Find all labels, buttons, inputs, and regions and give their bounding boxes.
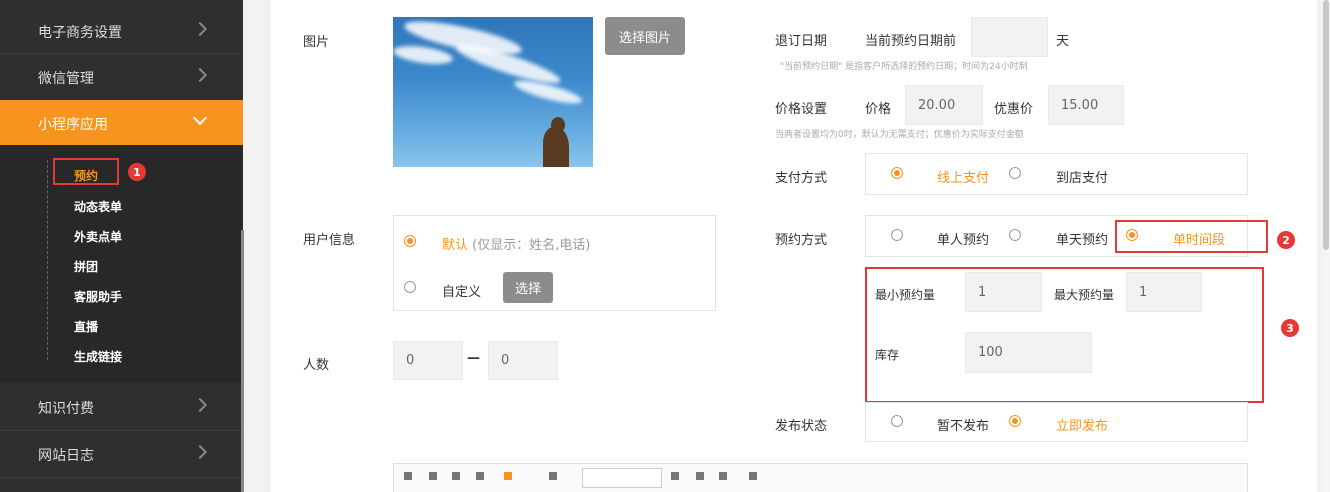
publish-status-label: 发布状态 <box>775 419 828 434</box>
sub-item-group-buy[interactable]: 拼团 <box>74 258 98 275</box>
user-info-custom-radio[interactable] <box>404 281 416 293</box>
publish-now-radio[interactable] <box>1009 415 1021 427</box>
italic-icon[interactable] <box>429 472 437 480</box>
discount-input[interactable]: 15.00 <box>1048 85 1124 125</box>
nav-item-label: 电子商务设置 <box>38 25 122 41</box>
image-label: 图片 <box>303 35 330 50</box>
cancel-date-prefix: 当前预约日期前 <box>865 34 957 49</box>
highlight-icon[interactable] <box>504 472 512 480</box>
publish-no-radio[interactable] <box>891 415 903 427</box>
cancel-days-input[interactable] <box>971 17 1048 57</box>
payment-store-radio[interactable] <box>1009 167 1021 179</box>
annotation-badge-1: 1 <box>128 163 146 181</box>
price-input[interactable]: 20.00 <box>905 85 983 125</box>
booking-single-option[interactable]: 单人预约 <box>937 229 989 248</box>
nav-item-label: 知识付费 <box>38 401 94 417</box>
nav-item-knowledge-payment[interactable]: 知识付费 <box>0 384 243 430</box>
align-left-icon[interactable] <box>671 472 679 480</box>
nav-item-label: 网站日志 <box>38 448 94 464</box>
user-info-default-option[interactable]: 默认 (仅显示：姓名,电话) <box>442 234 590 253</box>
payment-label: 支付方式 <box>775 171 828 186</box>
people-label: 人数 <box>303 358 330 373</box>
publish-now-option[interactable]: 立即发布 <box>1056 415 1108 434</box>
range-separator: — <box>467 351 480 366</box>
user-info-custom-option[interactable]: 自定义 <box>442 281 481 300</box>
booking-day-radio[interactable] <box>1009 229 1021 241</box>
font-size-icon[interactable] <box>549 472 557 480</box>
nav-item-site-log[interactable]: 网站日志 <box>0 431 243 477</box>
font-select[interactable] <box>582 468 662 488</box>
nav-item-label: 小程序应用 <box>38 117 108 133</box>
nav-item-label: 微信管理 <box>38 71 94 87</box>
chevron-right-icon <box>192 397 208 413</box>
sub-item-live[interactable]: 直播 <box>74 318 98 335</box>
underline-icon[interactable] <box>452 472 460 480</box>
people-max-input[interactable]: 0 <box>488 341 558 380</box>
sub-item-takeout-order[interactable]: 外卖点单 <box>74 228 122 245</box>
image-insert-icon[interactable] <box>749 472 757 480</box>
annotation-box-2 <box>1115 220 1268 253</box>
cancel-date-label: 退订日期 <box>775 34 828 49</box>
annotation-box-3 <box>865 267 1264 403</box>
divider <box>0 477 243 478</box>
chevron-right-icon <box>192 21 208 37</box>
payment-online-option[interactable]: 线上支付 <box>937 167 989 186</box>
user-info-default-label: 默认 <box>442 238 469 253</box>
cancel-date-hint: "当前预约日期" 是指客户所选择的预约日期；时间为24小时制 <box>780 62 1028 72</box>
payment-online-radio[interactable] <box>891 167 903 179</box>
chevron-right-icon <box>192 67 208 83</box>
publish-no-option[interactable]: 暂不发布 <box>937 415 989 434</box>
people-min-input[interactable]: 0 <box>393 341 463 380</box>
annotation-badge-2: 2 <box>1277 231 1295 249</box>
chevron-right-icon <box>192 444 208 460</box>
nav-item-mini-program-apps[interactable]: 小程序应用 <box>0 100 243 145</box>
sidebar: 电子商务设置 微信管理 小程序应用 预约 动态表单 外卖点单 拼团 客服助手 直… <box>0 0 244 492</box>
price-settings-label: 价格设置 <box>775 102 828 117</box>
cancel-date-unit: 天 <box>1056 34 1070 49</box>
user-info-label: 用户信息 <box>303 233 356 248</box>
align-right-icon[interactable] <box>719 472 727 480</box>
sidebar-scrollbar[interactable] <box>241 230 244 492</box>
rich-text-editor-toolbar <box>393 463 1248 492</box>
sub-item-generate-link[interactable]: 生成链接 <box>74 348 122 365</box>
annotation-box-1 <box>53 158 119 185</box>
booking-day-option[interactable]: 单天预约 <box>1056 229 1108 248</box>
align-center-icon[interactable] <box>696 472 704 480</box>
booking-single-radio[interactable] <box>891 229 903 241</box>
page-scrollbar-thumb[interactable] <box>1323 0 1329 250</box>
price-hint: 当两者设置均为0时，默认为无需支付；优惠价为实际支付金额 <box>775 130 1024 140</box>
select-button[interactable]: 选择 <box>503 272 553 303</box>
discount-field-label: 优惠价 <box>994 102 1034 117</box>
submenu-guide-line <box>47 160 48 360</box>
font-color-icon[interactable] <box>476 472 484 480</box>
user-info-default-radio[interactable] <box>404 235 416 247</box>
sub-item-customer-service[interactable]: 客服助手 <box>74 288 122 305</box>
annotation-badge-3: 3 <box>1281 319 1299 337</box>
select-image-button[interactable]: 选择图片 <box>605 17 685 55</box>
price-field-label: 价格 <box>865 102 892 117</box>
user-info-default-note: (仅显示：姓名,电话) <box>472 238 591 253</box>
preview-image <box>393 17 593 167</box>
nav-item-wechat-management[interactable]: 微信管理 <box>0 54 243 100</box>
nav-item-ecommerce-settings[interactable]: 电子商务设置 <box>0 8 243 54</box>
booking-method-label: 预约方式 <box>775 233 828 248</box>
chevron-down-icon <box>192 110 208 126</box>
payment-store-option[interactable]: 到店支付 <box>1056 167 1108 186</box>
bold-icon[interactable] <box>404 472 412 480</box>
sub-item-dynamic-form[interactable]: 动态表单 <box>74 198 122 215</box>
